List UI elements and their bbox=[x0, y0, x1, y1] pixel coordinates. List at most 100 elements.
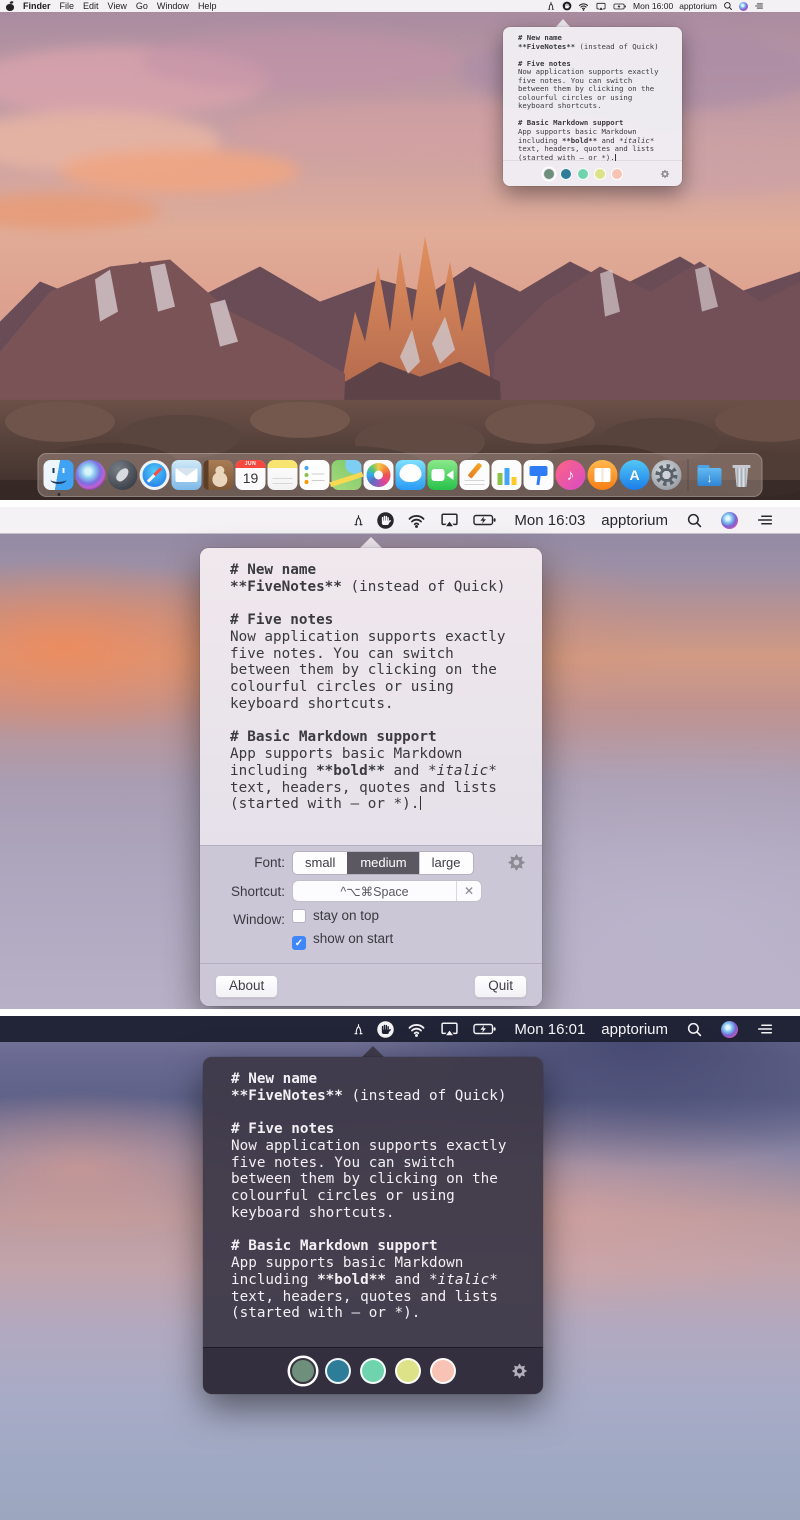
dock-prefs[interactable] bbox=[651, 460, 682, 490]
menu-bar-clock[interactable]: Mon 16:00 bbox=[633, 1, 673, 11]
note-color-2[interactable] bbox=[325, 1358, 351, 1384]
wifi-icon[interactable] bbox=[578, 1, 589, 12]
dock-siri[interactable] bbox=[75, 460, 106, 490]
font-size-option-small[interactable]: small bbox=[293, 852, 347, 874]
font-size-segmented-control: small medium large bbox=[292, 851, 474, 875]
dock-facetime[interactable] bbox=[427, 460, 458, 490]
apple-menu-icon[interactable] bbox=[6, 1, 14, 11]
note-editor[interactable]: # New name **FiveNotes** (instead of Quic… bbox=[231, 1071, 539, 1322]
show-on-start-checkbox[interactable]: ✓ bbox=[292, 936, 306, 950]
menu-file[interactable]: File bbox=[60, 1, 75, 11]
quit-button[interactable]: Quit bbox=[474, 975, 527, 998]
notification-center-icon[interactable] bbox=[756, 1020, 774, 1038]
siri-icon[interactable] bbox=[739, 1, 748, 11]
spotlight-search-icon[interactable] bbox=[723, 1, 733, 11]
shortcut-field[interactable]: ^⌥⌘Space ✕ bbox=[292, 880, 482, 902]
dock-calendar[interactable]: JUN 19 bbox=[235, 460, 266, 490]
menu-bar-user[interactable]: apptorium bbox=[601, 1021, 668, 1038]
note-color-4[interactable] bbox=[395, 1358, 421, 1384]
note-color-5[interactable] bbox=[611, 167, 623, 180]
dock-appstore[interactable]: A bbox=[619, 460, 650, 490]
siri-icon[interactable] bbox=[721, 511, 738, 529]
note-editor[interactable]: # New name **FiveNotes** (instead of Quic… bbox=[200, 548, 542, 859]
spotlight-search-icon[interactable] bbox=[686, 1021, 703, 1038]
fivenotes-hand-icon[interactable] bbox=[376, 1020, 395, 1039]
note-color-3[interactable] bbox=[360, 1358, 386, 1384]
dock-messages[interactable] bbox=[395, 460, 426, 490]
note-color-1[interactable] bbox=[543, 167, 555, 180]
note-line: five notes. You can switch bbox=[230, 645, 454, 662]
dock-contacts[interactable] bbox=[203, 460, 234, 490]
dock-trash[interactable] bbox=[727, 460, 757, 490]
dock-ibooks[interactable] bbox=[587, 460, 618, 490]
stay-on-top-checkbox[interactable] bbox=[292, 909, 306, 923]
battery-charging-icon[interactable] bbox=[472, 1019, 498, 1039]
menu-bar-user[interactable]: apptorium bbox=[679, 1, 717, 11]
shortcut-clear-button[interactable]: ✕ bbox=[456, 881, 481, 901]
font-size-option-medium[interactable]: medium bbox=[347, 852, 419, 874]
caliper-icon[interactable] bbox=[352, 1021, 365, 1038]
menu-window[interactable]: Window bbox=[157, 1, 189, 11]
dock-photos[interactable] bbox=[363, 460, 394, 490]
battery-charging-icon[interactable] bbox=[613, 1, 627, 12]
note-line: # New name bbox=[231, 1071, 318, 1087]
menu-bar-clock[interactable]: Mon 16:03 bbox=[514, 512, 585, 529]
airplay-display-icon[interactable] bbox=[438, 1019, 461, 1039]
caliper-icon[interactable] bbox=[352, 512, 365, 529]
note-color-1[interactable] bbox=[290, 1358, 316, 1384]
menu-bar-user[interactable]: apptorium bbox=[601, 512, 668, 529]
caliper-icon[interactable] bbox=[546, 1, 556, 11]
app-menus: Finder File Edit View Go Window Help bbox=[23, 1, 216, 11]
running-indicator bbox=[57, 493, 60, 496]
dock-reminders[interactable] bbox=[299, 460, 330, 490]
airplay-display-icon[interactable] bbox=[438, 510, 461, 530]
note-color-5[interactable] bbox=[430, 1358, 456, 1384]
fivenotes-hand-icon[interactable] bbox=[562, 1, 572, 11]
menu-finder[interactable]: Finder bbox=[23, 1, 51, 11]
dock-keynote[interactable] bbox=[523, 460, 554, 490]
note-line: between them by clicking on the bbox=[231, 1171, 498, 1188]
note-color-2[interactable] bbox=[560, 167, 572, 180]
note-editor[interactable]: # New name **FiveNotes** (instead of Quic… bbox=[518, 33, 678, 162]
dock-itunes[interactable]: ♪ bbox=[555, 460, 586, 490]
settings-gear-icon[interactable] bbox=[507, 853, 526, 872]
menu-help[interactable]: Help bbox=[198, 1, 217, 11]
about-button[interactable]: About bbox=[215, 975, 279, 998]
settings-gear-icon[interactable] bbox=[511, 1363, 528, 1380]
note-color-4[interactable] bbox=[594, 167, 606, 180]
dock-finder[interactable] bbox=[43, 460, 74, 496]
note-line bbox=[231, 1104, 539, 1121]
dock-downloads[interactable]: ↓ bbox=[695, 460, 725, 490]
note-line: **FiveNotes** (instead of Quick) bbox=[518, 41, 659, 51]
wifi-icon[interactable] bbox=[406, 1020, 427, 1039]
shortcut-label: Shortcut: bbox=[230, 884, 285, 899]
notification-center-icon[interactable] bbox=[754, 1, 764, 11]
font-size-option-large[interactable]: large bbox=[418, 852, 473, 874]
notification-center-icon[interactable] bbox=[756, 511, 774, 529]
menu-view[interactable]: View bbox=[108, 1, 127, 11]
spotlight-search-icon[interactable] bbox=[686, 512, 703, 529]
airplay-display-icon[interactable] bbox=[595, 1, 607, 12]
settings-gear-icon[interactable] bbox=[660, 169, 670, 179]
popover-arrow bbox=[360, 537, 382, 548]
dock-notes[interactable] bbox=[267, 460, 298, 490]
note-color-3[interactable] bbox=[577, 167, 589, 180]
note-line: including **bold** and *italic* bbox=[230, 762, 497, 779]
battery-charging-icon[interactable] bbox=[472, 510, 498, 530]
dock-maps[interactable] bbox=[331, 460, 362, 490]
siri-icon[interactable] bbox=[721, 1020, 738, 1038]
text-cursor bbox=[419, 796, 421, 810]
dock-numbers[interactable] bbox=[491, 460, 522, 490]
show-on-start-label: show on start bbox=[313, 931, 394, 946]
menu-bar-clock[interactable]: Mon 16:01 bbox=[514, 1021, 585, 1038]
dock-pages[interactable] bbox=[459, 460, 490, 490]
menu-go[interactable]: Go bbox=[136, 1, 148, 11]
dock-launchpad[interactable] bbox=[107, 460, 138, 490]
wifi-icon[interactable] bbox=[406, 511, 427, 530]
dock-safari[interactable] bbox=[139, 460, 170, 490]
note-line: colourful circles or using bbox=[231, 1188, 455, 1205]
fivenotes-hand-icon[interactable] bbox=[376, 511, 395, 530]
menu-edit[interactable]: Edit bbox=[83, 1, 99, 11]
fivenotes-popover-small: # New name **FiveNotes** (instead of Quic… bbox=[503, 27, 682, 186]
dock-mail[interactable] bbox=[171, 460, 202, 490]
